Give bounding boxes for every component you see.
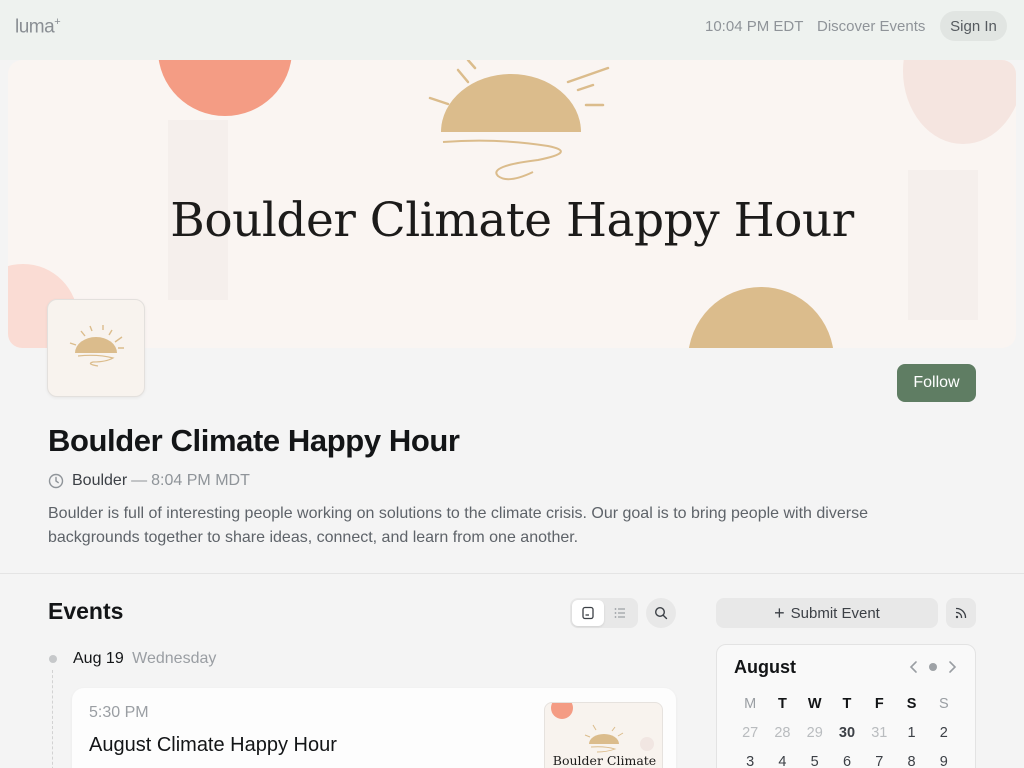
event-time: 5:30 PM xyxy=(89,704,149,721)
calendar-day[interactable]: 3 xyxy=(734,753,766,768)
calendar-day[interactable]: 6 xyxy=(831,753,863,768)
events-heading: Events xyxy=(48,598,124,624)
calendar-day[interactable]: 28 xyxy=(766,724,798,753)
event-card[interactable]: 5:30 PM August Climate Happy Hour Boulde… xyxy=(72,688,676,768)
calendar-day[interactable]: 2 xyxy=(928,724,960,753)
calendar-day[interactable]: 8 xyxy=(895,753,927,768)
submit-event-label: Submit Event xyxy=(790,604,880,622)
view-toggle xyxy=(570,598,638,628)
calendar-avatar xyxy=(47,299,145,397)
calendar-day[interactable]: 31 xyxy=(863,724,895,753)
weekday-label: M xyxy=(744,696,757,712)
location-name: Boulder xyxy=(72,472,128,489)
weekday-label: S xyxy=(938,696,949,712)
local-time: 8:04 PM MDT xyxy=(151,472,250,489)
calendar-week-row: 3 4 5 6 7 8 9 xyxy=(734,753,960,768)
chevron-right-icon[interactable] xyxy=(945,657,959,677)
calendar-day[interactable]: 7 xyxy=(863,753,895,768)
banner-coral-circle xyxy=(158,60,292,116)
page-title: Boulder Climate Happy Hour xyxy=(48,423,460,458)
calendar-grid: M T W T F S S 27 28 29 30 31 1 2 3 4 5 6… xyxy=(734,695,960,768)
list-view-icon xyxy=(614,608,625,618)
section-divider xyxy=(0,573,1024,574)
logo-text: luma xyxy=(15,16,55,38)
cover-banner: Boulder Climate Happy Hour xyxy=(8,60,1016,348)
card-view-icon xyxy=(582,606,594,620)
search-icon xyxy=(654,606,668,620)
banner-sand-circle xyxy=(688,287,834,348)
weekday-label: S xyxy=(906,696,917,712)
event-date: Aug 19 xyxy=(73,650,124,667)
submit-event-button[interactable]: + Submit Event xyxy=(716,598,938,628)
weekday-label: F xyxy=(874,696,884,712)
sunset-icon xyxy=(69,325,124,367)
rss-icon xyxy=(955,607,967,619)
banner-pink-circle xyxy=(903,60,1016,144)
calendar-day[interactable]: 4 xyxy=(766,753,798,768)
calendar-day[interactable]: 9 xyxy=(928,753,960,768)
location-separator: — xyxy=(131,472,148,489)
sign-in-button[interactable]: Sign In xyxy=(940,11,1007,41)
luma-logo[interactable]: luma+ xyxy=(15,16,61,38)
current-time: 10:04 PM EDT xyxy=(705,18,804,35)
calendar-day[interactable]: 29 xyxy=(799,724,831,753)
card-view-button[interactable] xyxy=(572,600,604,626)
calendar-description: Boulder is full of interesting people wo… xyxy=(48,505,868,546)
calendar-day[interactable]: 27 xyxy=(734,724,766,753)
logo-mark: + xyxy=(54,16,61,28)
list-view-button[interactable] xyxy=(604,600,636,626)
weekday-label: T xyxy=(777,696,787,712)
mini-calendar: August M T W T F S S 27 28 29 30 31 1 2 … xyxy=(716,644,976,768)
event-date-header: Aug 19 Wednesday xyxy=(73,650,216,668)
weekday-header-row: M T W T F S S xyxy=(734,695,960,724)
top-navigation-bar: luma+ 10:04 PM EDT Discover Events Sign … xyxy=(0,0,1024,60)
banner-title: Boulder Climate Happy Hour xyxy=(170,193,854,248)
discover-events-link[interactable]: Discover Events xyxy=(817,18,925,35)
weekday-label: T xyxy=(842,696,852,712)
today-dot-button[interactable] xyxy=(929,663,937,671)
calendar-day[interactable]: 1 xyxy=(895,724,927,753)
calendar-day[interactable]: 30 xyxy=(831,724,863,753)
chevron-left-icon[interactable] xyxy=(907,657,921,677)
event-weekday: Wednesday xyxy=(132,650,217,667)
sunset-illustration xyxy=(428,60,610,181)
calendar-week-row: 27 28 29 30 31 1 2 xyxy=(734,724,960,753)
plus-icon: + xyxy=(774,602,785,623)
rss-subscribe-button[interactable] xyxy=(946,598,976,628)
search-events-button[interactable] xyxy=(646,598,676,628)
timeline-dot xyxy=(49,655,57,663)
thumbnail-title: Boulder Climate xyxy=(552,753,657,768)
weekday-label: W xyxy=(807,696,822,712)
calendar-month: August xyxy=(734,657,796,677)
location-row: Boulder — 8:04 PM MDT xyxy=(48,472,250,490)
event-title: August Climate Happy Hour xyxy=(89,734,337,756)
calendar-day[interactable]: 5 xyxy=(799,753,831,768)
event-thumbnail: Boulder Climate xyxy=(544,702,663,768)
follow-button[interactable]: Follow xyxy=(897,364,976,402)
timeline-line xyxy=(52,670,53,768)
clock-icon xyxy=(48,473,64,489)
